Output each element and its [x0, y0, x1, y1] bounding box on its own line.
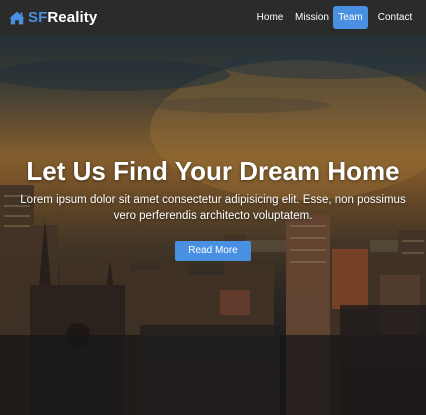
navbar: SFReality Home Mission Team Contact: [0, 0, 426, 35]
nav-link-mission[interactable]: Mission: [289, 6, 335, 29]
hero-title: Let Us Find Your Dream Home: [26, 156, 400, 186]
brand-name: SFReality: [28, 9, 98, 26]
hero-overlay: [0, 35, 426, 415]
brand-logo[interactable]: SFReality: [9, 9, 97, 26]
hero-subtitle: Lorem ipsum dolor sit amet consectetur a…: [20, 194, 406, 222]
hero-section: Let Us Find Your Dream Home Lorem ipsum …: [0, 35, 426, 415]
nav-link-contact[interactable]: Contact: [374, 6, 416, 29]
read-more-button[interactable]: Read More: [175, 241, 251, 261]
nav-link-home[interactable]: Home: [253, 6, 287, 29]
nav-link-team[interactable]: Team: [333, 6, 368, 29]
home-icon: [9, 11, 25, 24]
